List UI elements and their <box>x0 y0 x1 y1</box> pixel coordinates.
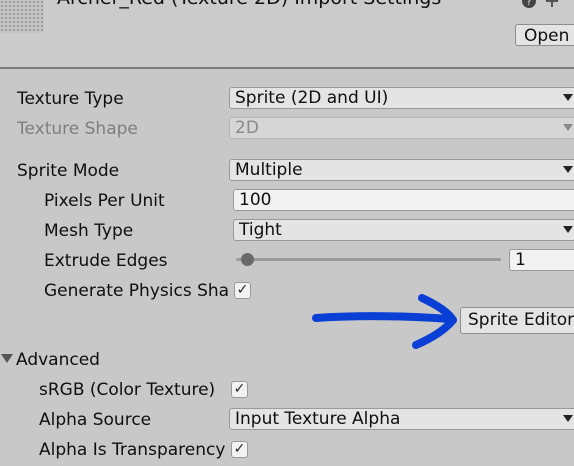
extrude-edges-slider-track[interactable] <box>236 258 501 261</box>
chevron-down-icon <box>563 166 573 173</box>
help-icon[interactable]: ? <box>521 0 537 9</box>
mesh-type-label: Mesh Type <box>44 221 134 241</box>
svg-text:?: ? <box>526 0 532 8</box>
alpha-source-label: Alpha Source <box>39 410 152 430</box>
chevron-down-icon <box>563 94 573 101</box>
texture-type-label: Texture Type <box>17 89 124 109</box>
chevron-down-icon <box>563 415 573 422</box>
pixels-per-unit-label: Pixels Per Unit <box>44 191 165 211</box>
srgb-label: sRGB (Color Texture) <box>39 380 216 400</box>
mesh-type-value: Tight <box>239 220 282 240</box>
texture-shape-dropdown: 2D <box>229 117 574 139</box>
alpha-source-value: Input Texture Alpha <box>235 409 401 429</box>
extrude-edges-field[interactable]: 1 <box>509 249 574 271</box>
mesh-type-dropdown[interactable]: Tight <box>233 219 574 241</box>
alpha-is-transparency-label: Alpha Is Transparency <box>39 440 226 460</box>
extrude-edges-label: Extrude Edges <box>44 251 168 271</box>
advanced-foldout-label[interactable]: Advanced <box>16 349 100 371</box>
foldout-expanded-icon[interactable] <box>1 354 13 363</box>
sprite-mode-label: Sprite Mode <box>17 161 120 181</box>
srgb-checkbox[interactable]: ✓ <box>231 381 248 398</box>
inspector-header: Archer_Red (Texture 2D) Import Settings … <box>0 0 574 67</box>
extrude-edges-slider-handle[interactable] <box>241 253 254 266</box>
annotation-arrow-icon <box>312 294 457 349</box>
sprite-editor-button[interactable]: Sprite Editor <box>460 307 574 334</box>
pixels-per-unit-field[interactable]: 100 <box>233 189 574 211</box>
chevron-down-icon <box>563 226 573 233</box>
texture-type-value: Sprite (2D and UI) <box>235 88 389 108</box>
alpha-source-dropdown[interactable]: Input Texture Alpha <box>229 408 574 430</box>
texture-type-dropdown[interactable]: Sprite (2D and UI) <box>229 87 574 109</box>
inspector-title: Archer_Red (Texture 2D) Import Settings <box>57 0 441 9</box>
texture-shape-label: Texture Shape <box>17 119 138 139</box>
preset-icon[interactable] <box>544 0 560 9</box>
sprite-mode-dropdown[interactable]: Multiple <box>229 159 574 181</box>
generate-physics-shape-label: Generate Physics Shape <box>44 281 229 301</box>
alpha-is-transparency-checkbox[interactable]: ✓ <box>231 441 248 458</box>
header-divider <box>0 67 574 69</box>
open-button[interactable]: Open <box>515 24 574 46</box>
texture-thumbnail <box>0 0 44 33</box>
texture-shape-value: 2D <box>235 118 259 138</box>
chevron-down-icon <box>563 124 573 131</box>
generate-physics-shape-checkbox[interactable]: ✓ <box>234 282 251 299</box>
sprite-mode-value: Multiple <box>235 160 303 180</box>
